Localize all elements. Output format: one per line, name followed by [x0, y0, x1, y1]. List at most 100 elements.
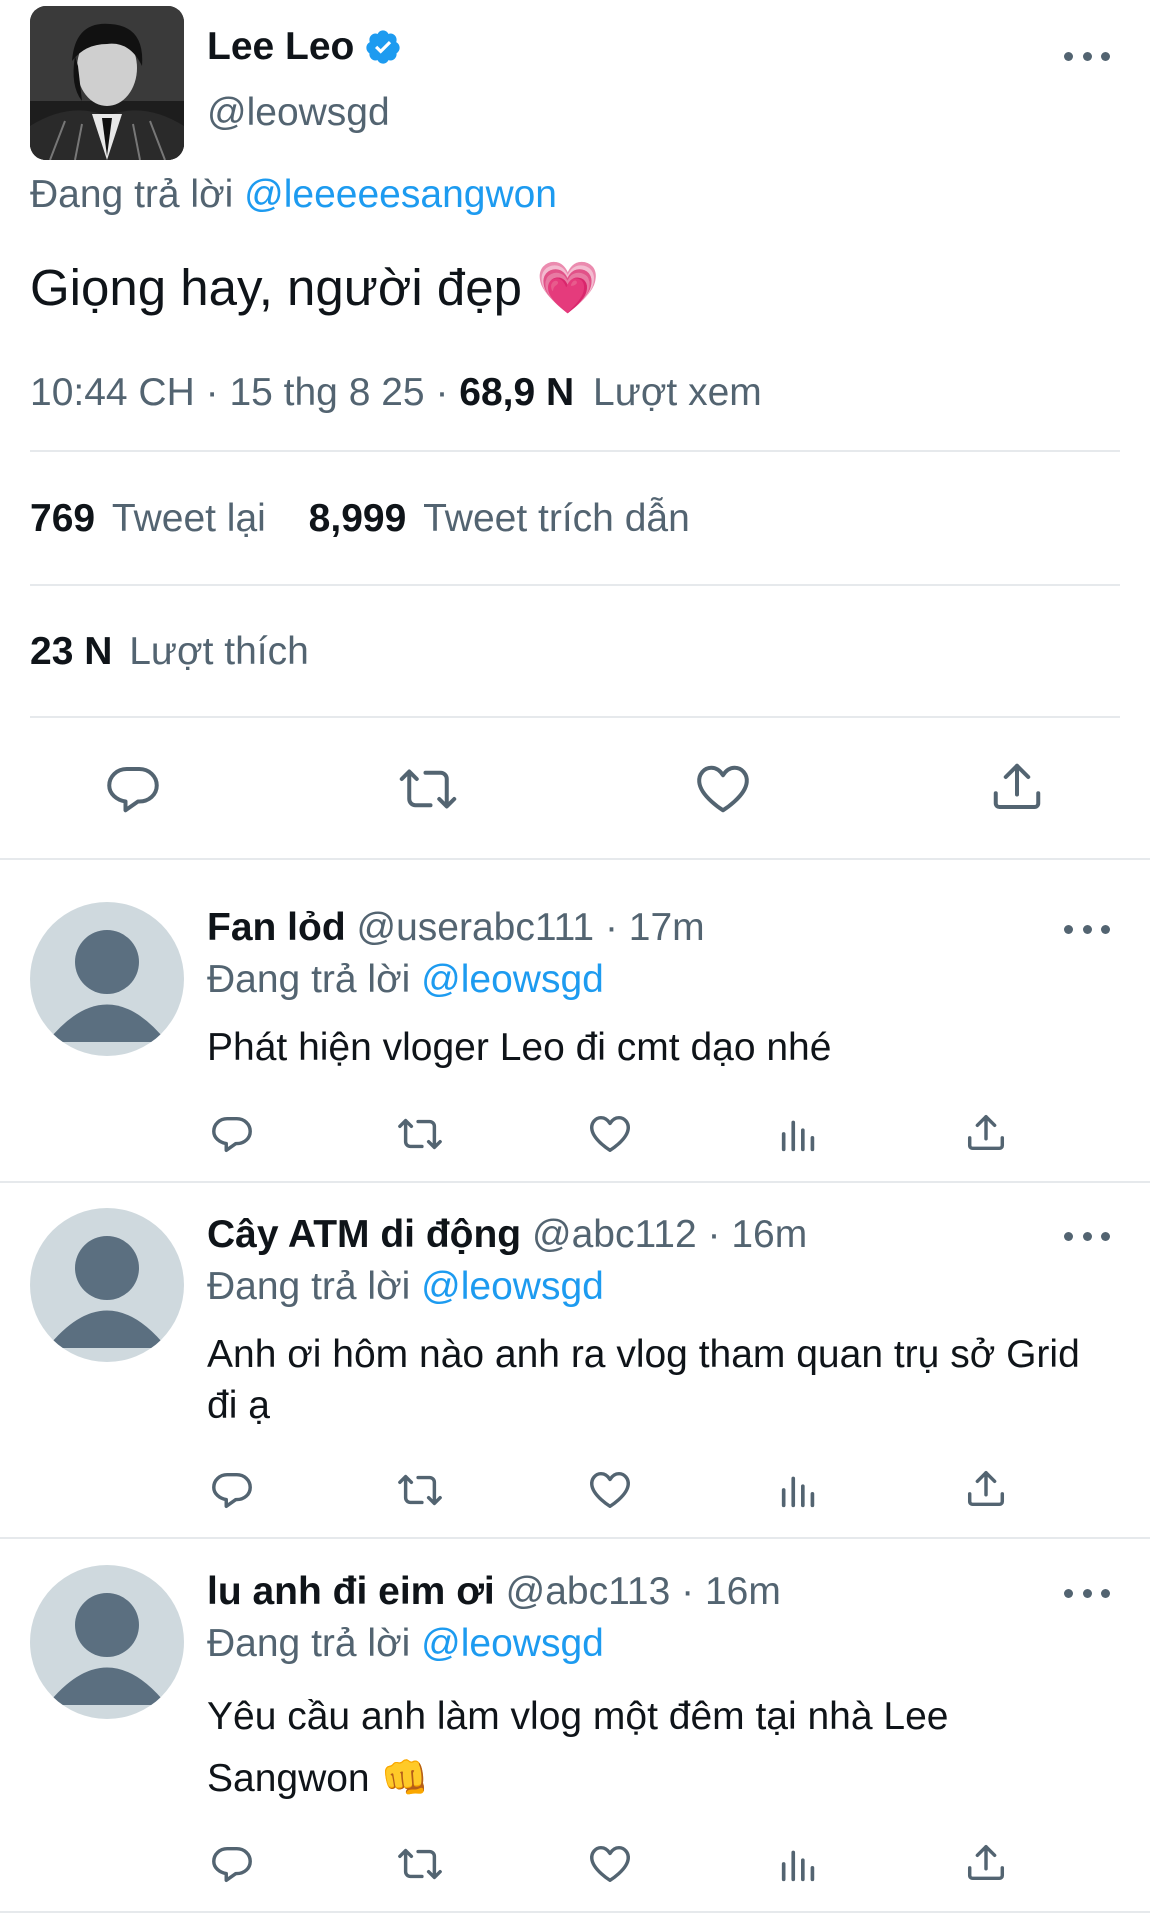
more-options-icon[interactable] — [1064, 1583, 1110, 1603]
reply-header: Cây ATM di động @abc112 · 16m — [207, 1213, 808, 1256]
reply-text: Phát hiện vloger Leo đi cmt dạo nhé — [207, 1026, 832, 1069]
like-button[interactable] — [587, 1111, 633, 1157]
share-button[interactable] — [963, 1840, 1009, 1886]
retweet-icon — [399, 769, 457, 809]
reply-button[interactable] — [209, 1467, 255, 1513]
reply-text: Anh ơi hôm nào anh ra vlog tham quan trụ… — [207, 1333, 1080, 1427]
analytics-button[interactable] — [776, 1111, 822, 1157]
reply-icon — [212, 1472, 252, 1509]
share-icon — [967, 1470, 1005, 1507]
reply-icon — [212, 1116, 252, 1153]
reply-author-name[interactable]: Cây ATM di động — [207, 1213, 521, 1256]
retweet-icon — [398, 1118, 442, 1150]
author-name-text[interactable]: Lee Leo — [207, 22, 354, 72]
views-count: 68,9 N — [459, 371, 575, 414]
reply-time[interactable]: 17m — [629, 906, 705, 949]
retweet-button[interactable] — [395, 1467, 445, 1513]
quotes-count: 8,999 — [308, 497, 407, 540]
retweet-button[interactable] — [395, 1841, 445, 1887]
likes-stats[interactable]: 23 N Lượt thích — [30, 627, 309, 677]
reply-author-name[interactable]: lu anh đi eim ơi — [207, 1570, 495, 1613]
tweet-time[interactable]: 10:44 CH — [30, 371, 195, 414]
tweet-date[interactable]: 15 thg 8 25 — [229, 371, 424, 414]
like-icon — [590, 1471, 630, 1509]
retweet-icon — [398, 1474, 442, 1506]
tweet-text: Giọng hay, người đẹp 💗 — [30, 256, 600, 320]
verified-badge-icon — [366, 30, 400, 64]
share-button[interactable] — [963, 1110, 1009, 1156]
reply-divider — [0, 1537, 1150, 1539]
reply-avatar[interactable] — [30, 902, 184, 1056]
heart-emoji: 💗 — [536, 259, 600, 316]
replying-to-label: Đang trả lời — [207, 958, 411, 1001]
author-handle[interactable]: @leowsgd — [207, 88, 390, 138]
reply-button[interactable] — [209, 1111, 255, 1157]
fist-emoji: 👊 — [380, 1757, 430, 1800]
more-options-icon[interactable] — [1064, 919, 1110, 939]
reply-author-handle[interactable]: @userabc111 — [357, 906, 595, 949]
tweet-text-body: Giọng hay, người đẹp — [30, 259, 522, 316]
default-avatar-icon — [47, 1593, 167, 1705]
replying-to-label: Đang trả lời — [30, 173, 234, 216]
replying-to: Đang trả lời @leowsgd — [207, 1262, 604, 1312]
retweet-button[interactable] — [395, 1111, 445, 1157]
retweet-stats[interactable]: 769 Tweet lại 8,999 Tweet trích dẫn — [30, 494, 690, 544]
reply-avatar[interactable] — [30, 1208, 184, 1362]
replying-to-link[interactable]: @leeeeesangwon — [244, 173, 557, 216]
author-name[interactable]: Lee Leo — [207, 22, 402, 72]
reply-divider — [0, 1181, 1150, 1183]
section-divider — [0, 858, 1150, 860]
author-avatar[interactable] — [30, 6, 184, 160]
like-button[interactable] — [693, 759, 753, 819]
reply-header: Fan lỏd @userabc111 · 17m — [207, 906, 705, 949]
replying-to-link[interactable]: @leowsgd — [421, 1622, 604, 1665]
retweet-button[interactable] — [396, 759, 460, 819]
default-avatar-icon — [47, 1236, 167, 1348]
like-icon — [590, 1115, 630, 1153]
divider — [30, 584, 1120, 586]
like-button[interactable] — [587, 1467, 633, 1513]
reply-author-handle[interactable]: @abc113 — [506, 1570, 671, 1613]
replying-to-label: Đang trả lời — [207, 1265, 411, 1308]
divider — [30, 450, 1120, 452]
more-options-icon[interactable] — [1064, 1226, 1110, 1246]
likes-label: Lượt thích — [129, 630, 309, 673]
reply-icon — [107, 767, 159, 813]
share-button[interactable] — [963, 1466, 1009, 1512]
reply-button[interactable] — [103, 759, 163, 819]
like-button[interactable] — [587, 1841, 633, 1887]
reply-author-name[interactable]: Fan lỏd — [207, 906, 346, 949]
reply-text-body: Yêu cầu anh làm vlog một đêm tại nhà Lee… — [207, 1695, 949, 1800]
analytics-icon — [781, 1476, 815, 1508]
replying-to: Đang trả lời @leowsgd — [207, 955, 604, 1005]
analytics-icon — [781, 1120, 815, 1152]
analytics-icon — [781, 1850, 815, 1882]
retweets-count: 769 — [30, 497, 96, 540]
share-icon — [993, 763, 1041, 809]
share-icon — [967, 1114, 1005, 1151]
replying-to-link[interactable]: @leowsgd — [421, 958, 604, 1001]
reply-text: Yêu cầu anh làm vlog một đêm tại nhà Lee… — [207, 1686, 1097, 1810]
quotes-label: Tweet trích dẫn — [423, 497, 690, 540]
share-icon — [967, 1844, 1005, 1881]
like-icon — [590, 1845, 630, 1883]
retweets-label: Tweet lại — [111, 497, 266, 540]
analytics-button[interactable] — [776, 1841, 822, 1887]
tweet-meta: 10:44 CH · 15 thg 8 25 · 68,9 N Lượt xem — [30, 371, 762, 414]
likes-count: 23 N — [30, 630, 113, 673]
reply-button[interactable] — [209, 1841, 255, 1887]
replying-to-link[interactable]: @leowsgd — [421, 1265, 604, 1308]
like-icon — [697, 765, 749, 813]
reply-author-handle[interactable]: @abc112 — [532, 1213, 697, 1256]
analytics-button[interactable] — [776, 1467, 822, 1513]
share-button[interactable] — [987, 757, 1047, 817]
reply-avatar[interactable] — [30, 1565, 184, 1719]
replying-to: Đang trả lời @leeeeesangwon — [30, 170, 557, 220]
replying-to: Đang trả lời @leowsgd — [207, 1619, 604, 1669]
reply-divider — [0, 1911, 1150, 1913]
retweet-icon — [398, 1848, 442, 1880]
reply-time[interactable]: 16m — [705, 1570, 781, 1613]
more-options-icon[interactable] — [1064, 46, 1110, 66]
reply-time[interactable]: 16m — [731, 1213, 807, 1256]
divider — [30, 716, 1120, 718]
